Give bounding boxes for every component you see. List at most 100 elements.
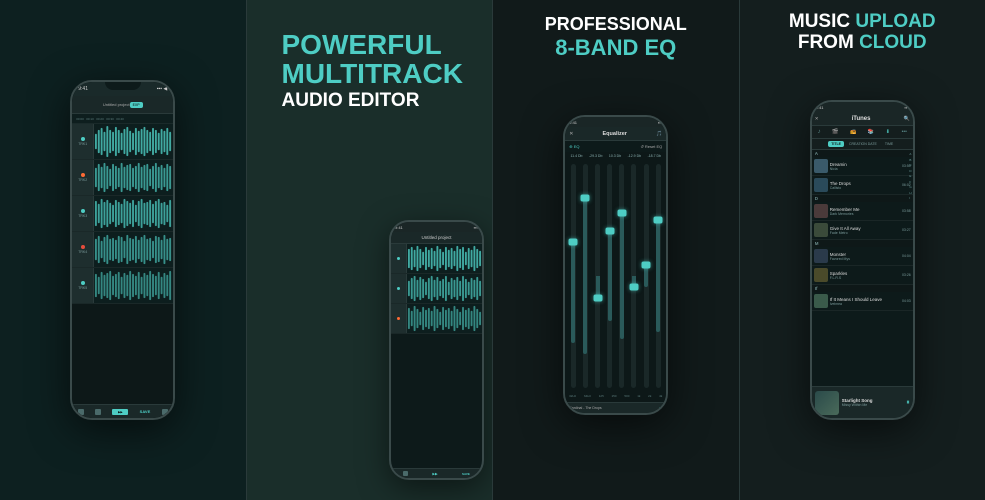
np-song-artist: Missy Within Me xyxy=(842,403,904,407)
track-2s-2 xyxy=(391,274,482,304)
alpha-e: E xyxy=(909,174,911,178)
track-row-1: TRK1 xyxy=(72,124,173,160)
podcast-icon[interactable]: 📻 xyxy=(850,129,856,135)
eq-val-4: -12.9 Db xyxy=(628,154,641,158)
track-name-3: TRK3 xyxy=(78,214,87,218)
signal-icons: ▪▪▪ ◀ xyxy=(157,86,168,92)
track-row-2: TRK2 xyxy=(72,160,173,196)
song-row-dreamin[interactable]: Dreamin Nicia 03:50 xyxy=(812,157,913,176)
song-thumb-remember xyxy=(814,204,828,218)
song-artist-dreamin: Nicia xyxy=(830,167,900,171)
track-label-2: TRK2 xyxy=(72,160,94,195)
eq-fill-bottom-7 xyxy=(644,276,648,287)
np-play-pause[interactable]: ⏸ xyxy=(906,399,910,407)
eq-play-btn[interactable]: ▶ xyxy=(659,406,662,411)
track-dot-5 xyxy=(81,281,85,285)
eq-thumb-5[interactable] xyxy=(617,210,626,217)
alpha-i: I xyxy=(909,196,911,200)
book-icon[interactable]: 📚 xyxy=(868,129,874,135)
track-2s-dot-3 xyxy=(397,317,400,320)
eq-track-4[interactable] xyxy=(607,164,612,388)
eq-track-5[interactable] xyxy=(619,164,624,388)
track-dot-3 xyxy=(81,209,85,213)
eq-freq-labels: 32Hz 64Hz 125 250 500 1k 2k 4k xyxy=(565,390,666,402)
tab-title[interactable]: TITLE xyxy=(828,141,844,147)
eq-fill-bottom-2 xyxy=(583,276,587,354)
signal-3: ▪▪▪ xyxy=(658,120,662,125)
eq-thumb-1[interactable] xyxy=(569,239,578,246)
eq-track-6[interactable] xyxy=(631,164,636,388)
eq-thumb-6[interactable] xyxy=(629,284,638,291)
time-4: 9:41 xyxy=(816,105,824,110)
eq-bar-5 xyxy=(616,164,628,388)
download-icon[interactable]: ⬇ xyxy=(886,129,890,135)
song-list-container: A B C D E F G H I A Dreamin Ni xyxy=(812,150,913,386)
export-button[interactable]: EXP xyxy=(130,102,143,108)
panel4-text: MUSIC UPLOAD FROM CLOUD xyxy=(740,12,985,54)
track-2s-wf-1 xyxy=(407,244,482,273)
reset-eq-button[interactable]: ↺ Reset EQ xyxy=(640,144,662,149)
eq-fill-top-2 xyxy=(583,198,587,276)
eq-thumb-8[interactable] xyxy=(654,217,663,224)
time-3: 9:41 xyxy=(569,120,577,125)
freq-label-6: 1k xyxy=(637,394,640,398)
eq-thumb-4[interactable] xyxy=(605,228,614,235)
freq-label-8: 4k xyxy=(659,394,662,398)
headline-powerful: POWERFUL xyxy=(282,30,442,59)
music-icon[interactable]: ♪ xyxy=(818,129,821,135)
eq-thumb-7[interactable] xyxy=(642,261,651,268)
eq-db-values: 11.4 Db -29.3 Db 10.3 Db -12.9 Db -18.7 … xyxy=(565,152,666,160)
song-info-drops: The Drops Callisto xyxy=(830,181,900,190)
eq-track-1[interactable] xyxy=(571,164,576,388)
song-info-giveitall: Give It All Away Fade Metro xyxy=(830,226,900,235)
track-label-1: TRK1 xyxy=(72,124,94,159)
eq-track-8[interactable] xyxy=(656,164,661,388)
song-row-sparkles[interactable]: Sparkles F.L.R.S 03:26 xyxy=(812,266,913,285)
eq-track-2[interactable] xyxy=(583,164,588,388)
song-duration-ifitmeans: 04:03 xyxy=(902,299,911,303)
eq-track-7[interactable] xyxy=(644,164,649,388)
timeline-header: 00:00 00:10 00:20 00:30 00:40 xyxy=(72,114,173,124)
toolbar-icon-2 xyxy=(95,409,101,415)
search-itunes-icon[interactable]: 🔍 xyxy=(904,116,910,122)
close-eq-button[interactable]: ✕ xyxy=(569,131,573,137)
song-row-remember[interactable]: Remember Me Dark Memories 03:58 xyxy=(812,202,913,221)
more-icon[interactable]: ••• xyxy=(902,129,907,135)
song-row-giveitall[interactable]: Give It All Away Fade Metro 03:27 xyxy=(812,221,913,240)
tab-creation-date[interactable]: CREATION DATE xyxy=(846,141,880,147)
song-artist-monster: Favored Mys xyxy=(830,257,900,261)
eq-bar-4 xyxy=(604,164,616,388)
song-row-ifitmeans[interactable]: If It Means I Should Leave Ivelmea 04:03 xyxy=(812,292,913,311)
eq-thumb-3[interactable] xyxy=(593,295,602,302)
eq-fill-top-1 xyxy=(571,242,575,276)
track-2s-label-3 xyxy=(391,304,407,333)
song-artist-remember: Dark Memories xyxy=(830,212,900,216)
section-header-m: M xyxy=(812,240,913,247)
eq-bar-6 xyxy=(628,164,640,388)
eq-fill-bottom-5 xyxy=(620,276,624,339)
song-thumb-dreamin xyxy=(814,159,828,173)
track-2s-label-1 xyxy=(391,244,407,273)
song-duration-sparkles: 03:26 xyxy=(902,273,911,277)
film-icon[interactable]: 🎬 xyxy=(832,129,838,135)
project-header-2s: Untitled project xyxy=(391,232,482,244)
eq-track-3[interactable] xyxy=(595,164,600,388)
toolbar-2s-icon1 xyxy=(403,471,408,476)
alpha-f: F xyxy=(909,180,911,184)
track-row-5: TRK5 xyxy=(72,268,173,304)
tab-time[interactable]: TIME xyxy=(882,141,896,147)
eq-thumb-2[interactable] xyxy=(581,194,590,201)
song-row-drops[interactable]: The Drops Callisto 06:02 xyxy=(812,176,913,195)
section-header-d: D xyxy=(812,195,913,202)
panel-audio-editor: 9:41 ▪▪▪ ◀ Untitled project EXP 00:00 00… xyxy=(0,0,246,500)
song-duration-giveitall: 03:27 xyxy=(902,228,911,232)
tracks-area-2s xyxy=(391,244,482,468)
save-button[interactable]: SAVE xyxy=(140,409,151,414)
track-2s-wf-2 xyxy=(407,274,482,303)
panel-eq: PROFESSIONAL 8-BAND EQ 9:41 ▪▪▪ ✕ Equali… xyxy=(492,0,739,500)
song-artist-sparkles: F.L.R.S xyxy=(830,276,900,280)
play-button[interactable]: ▶▶ xyxy=(112,409,128,415)
bottom-toolbar-1: ▶▶ SAVE xyxy=(72,404,173,418)
eq-fill-bottom-1 xyxy=(571,276,575,343)
song-row-monster[interactable]: Monster Favored Mys 04:04 xyxy=(812,247,913,266)
